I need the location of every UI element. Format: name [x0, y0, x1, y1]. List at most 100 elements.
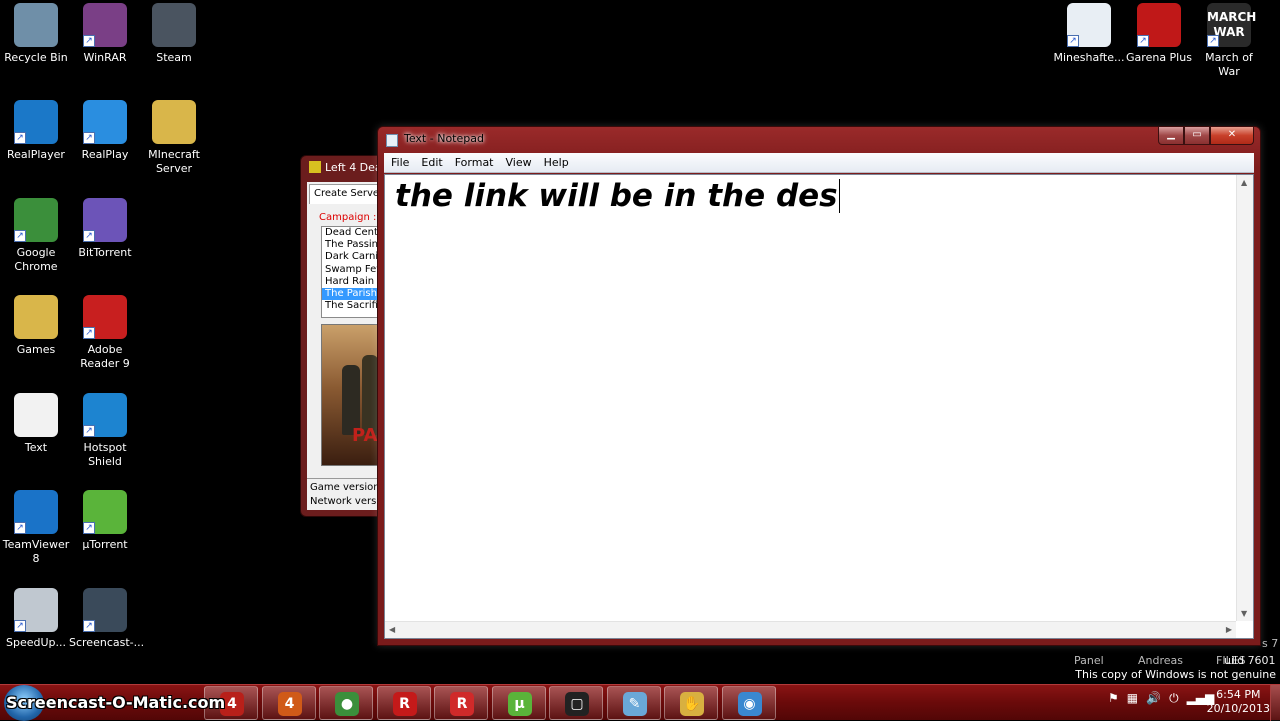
desktop-icon[interactable]: ↗ WinRAR	[69, 3, 141, 65]
desktop-icon-label: RealPlay	[81, 148, 129, 161]
desktop-label-panel: Panel	[1074, 654, 1104, 667]
minimize-button[interactable]: ▁	[1158, 127, 1184, 145]
taskbar-button-roblox-b[interactable]: R	[434, 686, 488, 720]
teamviewer-icon: ↗	[14, 490, 58, 534]
volume-icon[interactable]: 🔊	[1146, 691, 1161, 706]
desktop-icon[interactable]: ↗ Adobe Reader 9	[69, 295, 141, 371]
clock[interactable]: 6:54 PM 20/10/2013	[1207, 688, 1270, 716]
menu-item-view[interactable]: View	[500, 153, 538, 172]
taskbar-button-chrome[interactable]: ●	[319, 686, 373, 720]
roblox-a-icon: R	[392, 692, 417, 716]
desktop-icon-label: WinRAR	[83, 51, 127, 64]
taskbar-button-utorrent[interactable]: µ	[491, 686, 546, 720]
desktop-icon[interactable]: ↗ BitTorrent	[69, 198, 141, 260]
taskbar-button-roblox-a[interactable]: R	[376, 686, 431, 720]
power-icon[interactable]: ⏻	[1169, 691, 1179, 706]
taskbar-button-screencast-frame[interactable]: ▢	[549, 686, 603, 720]
menu-item-help[interactable]: Help	[538, 153, 575, 172]
menu-item-format[interactable]: Format	[449, 153, 500, 172]
notepad-window[interactable]: Text - Notepad ▁ ▭ ✕ File Edit Format View H…	[377, 126, 1261, 646]
desktop-icon[interactable]: ↗ Mineshafte...	[1053, 3, 1125, 65]
shortcut-arrow-icon: ↗	[14, 132, 26, 144]
text-caret	[838, 179, 840, 213]
taskbar-button-l4d-b[interactable]: 4	[261, 686, 316, 720]
desktop-icon[interactable]: ↗ µTorrent	[69, 490, 141, 552]
scroll-up-icon[interactable]: ▲	[1241, 178, 1247, 187]
desktop-icon-label: Text	[24, 441, 48, 454]
taskbar-button-film[interactable]: ◉	[721, 686, 776, 720]
java-file-icon: ↗	[1067, 3, 1111, 47]
shortcut-arrow-icon: ↗	[83, 35, 95, 47]
show-desktop-button[interactable]	[1270, 685, 1280, 721]
desktop-icon[interactable]: Text	[0, 393, 72, 455]
screencast-icon: ↗	[83, 588, 127, 632]
garena-icon: ↗	[1137, 3, 1181, 47]
utorrent-icon: ↗	[83, 490, 127, 534]
close-button[interactable]: ✕	[1210, 127, 1254, 145]
notepad-text-area[interactable]: the link will be in the des	[395, 178, 1233, 214]
notepad-editor[interactable]: the link will be in the des ▲ ▼ ◀ ▶	[384, 174, 1254, 639]
l4d-b-icon: 4	[277, 692, 302, 716]
taskbar-button-notepad[interactable]: ✎	[606, 686, 661, 720]
shortcut-arrow-icon: ↗	[1067, 35, 1079, 47]
screencast-frame-icon: ▢	[565, 692, 589, 716]
scroll-left-icon[interactable]: ◀	[389, 625, 395, 634]
desktop-icon[interactable]: MARCH WAR ↗ March of War	[1193, 3, 1265, 79]
realplay-icon: ↗	[83, 100, 127, 144]
folder-icon	[14, 295, 58, 339]
shortcut-arrow-icon: ↗	[83, 230, 95, 242]
desktop-icon[interactable]: ↗ SpeedUp...	[0, 588, 72, 650]
desktop-icon[interactable]: ↗ Screencast-...	[69, 588, 145, 650]
taskbar: 4 4 ● R Rµ ▢ ✎ ✋ ◉ Screencast-O-Matic.com ⚑ ▦ 🔊 …	[0, 684, 1280, 721]
left4dead-title: Left 4 Dea	[325, 161, 382, 174]
desktop-icon[interactable]: Games	[0, 295, 72, 357]
network-tray-icon[interactable]: ▦	[1127, 691, 1138, 706]
horizontal-scrollbar[interactable]: ◀ ▶	[385, 621, 1236, 638]
desktop-icon[interactable]: ↗ TeamViewer 8	[0, 490, 72, 566]
desktop-icon[interactable]: Steam	[138, 3, 210, 65]
desktop-icon-label: µTorrent	[82, 538, 128, 551]
text-file-icon	[14, 393, 58, 437]
desktop-icon[interactable]: ↗ Google Chrome	[0, 198, 72, 274]
desktop-icon-label: Screencast-...	[69, 636, 145, 649]
shortcut-arrow-icon: ↗	[1207, 35, 1219, 47]
system-tray: ⚑ ▦ 🔊 ⏻ ▂▄▆	[1108, 691, 1214, 706]
shortcut-arrow-icon: ↗	[14, 522, 26, 534]
bittorrent-icon: ↗	[83, 198, 127, 242]
desktop-icon[interactable]: ↗ Garena Plus	[1123, 3, 1195, 65]
hotspot-shield-icon: ↗	[83, 393, 127, 437]
menu-item-edit[interactable]: Edit	[415, 153, 448, 172]
recycle-bin-icon	[14, 3, 58, 47]
taskbar-button-l4d-hand[interactable]: ✋	[664, 686, 718, 720]
game-version-label: Game version	[310, 482, 380, 493]
shortcut-arrow-icon: ↗	[14, 230, 26, 242]
desktop-icon-label: Garena Plus	[1126, 51, 1192, 64]
windows-build-text: uild 7601	[1224, 654, 1276, 667]
desktop-icon[interactable]: MInecraft Server	[138, 100, 210, 176]
desktop-icon-label: BitTorrent	[78, 246, 132, 259]
notepad-app-icon	[386, 134, 398, 147]
vertical-scrollbar[interactable]: ▲ ▼	[1236, 175, 1253, 621]
desktop-icon[interactable]: Recycle Bin	[0, 3, 72, 65]
desktop-icon-label: March of War	[1205, 51, 1253, 78]
desktop-icon[interactable]: ↗ Hotspot Shield	[69, 393, 141, 469]
scroll-down-icon[interactable]: ▼	[1241, 609, 1247, 618]
notepad-title: Text - Notepad	[404, 132, 484, 145]
speedometer-icon: ↗	[14, 588, 58, 632]
desktop-icon[interactable]: ↗ RealPlayer	[0, 100, 72, 162]
roblox-b-icon: R	[450, 692, 474, 716]
shortcut-arrow-icon: ↗	[83, 327, 95, 339]
campaign-label: Campaign :	[319, 212, 377, 223]
left4dead-app-icon	[309, 161, 321, 173]
menu-item-file[interactable]: File	[385, 153, 415, 172]
notepad-titlebar[interactable]: Text - Notepad ▁ ▭ ✕	[378, 127, 1260, 153]
scroll-right-icon[interactable]: ▶	[1226, 625, 1232, 634]
maximize-button[interactable]: ▭	[1184, 127, 1210, 145]
flag-icon[interactable]: ⚑	[1108, 691, 1119, 706]
notepad-content: the link will be in the des	[395, 178, 838, 214]
utorrent-icon: µ	[507, 692, 532, 716]
left4dead-titlebar[interactable]: Left 4 Dea	[301, 156, 389, 180]
folder-icon	[152, 100, 196, 144]
desktop-icon-label: RealPlayer	[7, 148, 65, 161]
desktop-icon[interactable]: ↗ RealPlay	[69, 100, 141, 162]
